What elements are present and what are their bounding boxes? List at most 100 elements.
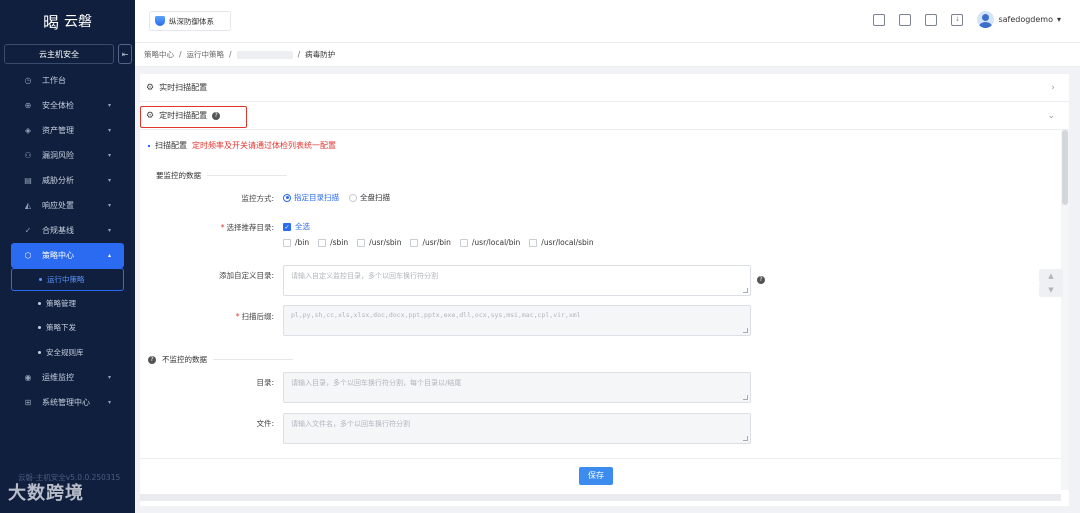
chevron-down-icon: ▾ [107, 102, 111, 109]
required-mark: * [220, 223, 225, 232]
divider [213, 359, 293, 360]
resize-handle[interactable] [743, 328, 748, 333]
accordion-realtime-scan[interactable]: ⚙ 实时扫描配置 › [140, 74, 1069, 102]
sidebar-subitem-label: 运行中策略 [47, 275, 85, 284]
scrollbar-thumb[interactable] [1062, 130, 1068, 205]
caret-down-icon: ▾ [1056, 15, 1061, 24]
breadcrumb-item[interactable]: 策略中心 [144, 49, 174, 60]
checkbox-label: /usr/sbin [369, 238, 402, 247]
sidebar-item-assets[interactable]: ◈ 资产管理 ▾ [0, 118, 135, 143]
group-title: 不监控的数据 [162, 355, 207, 364]
group-unmonitored: ? 不监控的数据 [148, 354, 293, 365]
bug-icon: ⚇ [24, 151, 32, 160]
scroll-up-icon[interactable]: ▲ [1039, 269, 1063, 283]
checkbox-box [283, 238, 291, 247]
checkbox-select-all[interactable]: ✓ 全选 [283, 221, 310, 232]
avatar [977, 11, 995, 28]
sidebar-item-vuln[interactable]: ⚇ 漏洞风险 ▾ [0, 143, 135, 168]
sidebar-subitem-policy-manage[interactable]: 策略管理 [0, 291, 135, 316]
checkbox-dir[interactable]: /usr/local/sbin [529, 238, 594, 247]
threat-icon: ▤ [24, 176, 32, 185]
label-dirs: * 选择推荐目录: [154, 222, 274, 233]
horizontal-scrollbar[interactable] [140, 494, 1061, 501]
radio-full-disk[interactable]: 全盘扫描 [349, 192, 390, 203]
sidebar-subitem-policy-deploy[interactable]: 策略下发 [0, 316, 135, 341]
sidebar-item-policy[interactable]: ⬡ 策略中心 ▴ [11, 243, 124, 268]
save-button[interactable]: 保存 [579, 466, 613, 485]
scroll-down-icon[interactable]: ▼ [1039, 283, 1063, 297]
radio-dot [349, 193, 357, 202]
sidebar-item-checkup[interactable]: ⊕ 安全体检 ▾ [0, 93, 135, 118]
help-icon[interactable]: ? [757, 276, 765, 284]
grid-icon[interactable] [899, 13, 912, 26]
exclude-dir-input[interactable]: 请输入目录，多个以回车换行符分割，每个目录以/结尾 [283, 372, 751, 403]
breadcrumb-item[interactable]: 运行中策略 [187, 49, 225, 60]
bullet-icon [38, 350, 41, 354]
defense-system-chip[interactable]: 纵深防御体系 [149, 11, 231, 31]
sidebar-item-threat[interactable]: ▤ 威胁分析 ▾ [0, 168, 135, 193]
label-text: 选择推荐目录: [226, 223, 274, 232]
collapse-icon[interactable]: ⇤ [118, 44, 132, 64]
clipboard-icon[interactable] [925, 13, 938, 26]
checkbox-label: /usr/local/bin [471, 238, 521, 247]
sidebar-subitem-running-policy[interactable]: 运行中策略 [11, 268, 124, 291]
qrcode-icon[interactable] [873, 13, 886, 26]
checkbox-label: /usr/local/sbin [541, 238, 594, 247]
required-mark: * [235, 312, 240, 321]
brand-chip-label: 纵深防御体系 [169, 16, 214, 26]
chevron-up-icon: ▴ [107, 252, 111, 259]
mode-radio-group: 指定目录扫描 全盘扫描 [283, 192, 390, 203]
checkbox-dir[interactable]: /sbin [318, 238, 348, 247]
scope-selector[interactable]: 云主机安全 [4, 44, 114, 64]
help-icon[interactable]: ? [148, 355, 156, 364]
radio-specified-dir[interactable]: 指定目录扫描 [283, 192, 339, 203]
sidebar-menu: ◷ 工作台 ⊕ 安全体检 ▾ ◈ 资产管理 ▾ ⚇ 漏洞风险 ▾ ▤ 威胁分析 … [0, 68, 135, 415]
download-icon[interactable]: ↓ [951, 13, 964, 26]
checkbox-box [459, 238, 468, 247]
sidebar-item-label: 合规基线 [42, 226, 74, 235]
checkbox-dir[interactable]: /bin [283, 238, 309, 247]
checkbox-dir[interactable]: /usr/local/bin [459, 238, 521, 247]
sidebar-item-ops-monitor[interactable]: ◉ 运维监控 ▾ [0, 365, 135, 390]
placeholder: 请输入文件名，多个以回车换行符分割 [291, 420, 410, 428]
resize-handle[interactable] [743, 395, 748, 400]
resize-handle[interactable] [743, 288, 748, 293]
sidebar-item-baseline[interactable]: ✓ 合规基线 ▾ [0, 218, 135, 243]
breadcrumb-sep: / [179, 50, 182, 59]
accordion-scheduled-scan[interactable]: ⚙ 定时扫描配置 ? ⌄ [140, 102, 1069, 130]
section-tip: 定时频率及开关请通过体检列表统一配置 [192, 141, 336, 150]
watermark: 大数跨境 [8, 483, 84, 504]
sidebar-subitem-label: 安全规则库 [46, 347, 84, 357]
divider [207, 175, 287, 176]
sidebar-item-system[interactable]: ⊞ 系统管理中心 ▾ [0, 390, 135, 415]
checkbox-dir[interactable]: /usr/sbin [357, 238, 401, 247]
breadcrumb-sep: / [229, 50, 232, 59]
checkbox-label: 全选 [295, 222, 310, 231]
checkbox-dir[interactable]: /usr/bin [410, 238, 451, 247]
response-icon: ◭ [24, 201, 32, 210]
sidebar-subitem-label: 策略下发 [46, 323, 76, 333]
policy-icon: ⬡ [24, 251, 32, 260]
label-mode: 监控方式: [241, 194, 274, 203]
radio-label: 指定目录扫描 [294, 193, 339, 202]
chevron-down-icon: ▾ [107, 202, 111, 209]
sidebar-item-dashboard[interactable]: ◷ 工作台 [0, 68, 135, 93]
monitor-icon: ◉ [24, 372, 32, 382]
breadcrumb-sep: / [297, 50, 301, 59]
breadcrumb: 策略中心 / 运行中策略 / / 病毒防护 [135, 43, 1080, 67]
sidebar-subitem-rule-library[interactable]: 安全规则库 [0, 340, 135, 365]
sidebar-item-label: 安全体检 [42, 101, 74, 110]
group-title: 要监控的数据 [156, 171, 201, 180]
custom-dir-input[interactable]: 请输入自定义监控目录，多个以回车换行符分割 [283, 265, 751, 296]
suffix-input[interactable]: pl,py,sh,cc,xls,xlsx,doc,docx,ppt,pptx,e… [283, 305, 751, 336]
sidebar-item-label: 响应处置 [42, 201, 74, 210]
user-menu[interactable]: safedogdemo ▾ [977, 11, 1061, 28]
exclude-file-input[interactable]: 请输入文件名，多个以回车换行符分割 [283, 413, 751, 444]
sidebar-item-label: 策略中心 [42, 251, 74, 260]
sidebar-item-label: 威胁分析 [42, 176, 74, 185]
sidebar-item-response[interactable]: ◭ 响应处置 ▾ [0, 193, 135, 218]
label-custom-dir: 添加自定义目录: [218, 271, 274, 280]
resize-handle[interactable] [743, 436, 748, 441]
checkbox-box [357, 238, 366, 247]
highlight-box [140, 106, 247, 128]
